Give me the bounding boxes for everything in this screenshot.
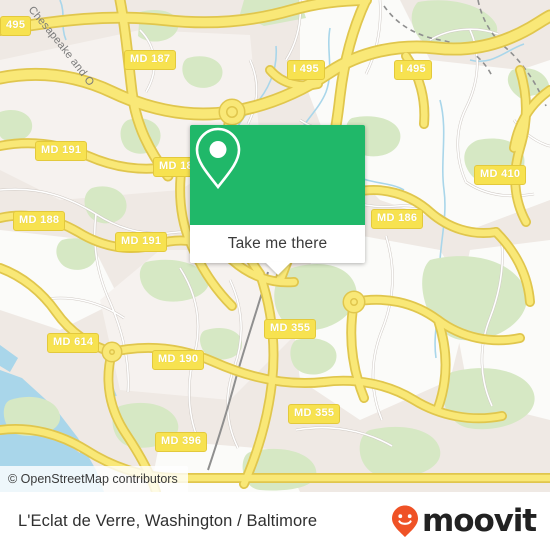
place-popup-card[interactable]: Take me there bbox=[190, 125, 365, 275]
road-shield: I 495 bbox=[287, 60, 325, 80]
road-shield: MD 410 bbox=[474, 165, 527, 185]
road-shield: MD 188 bbox=[13, 211, 66, 231]
moovit-logo[interactable]: moovit bbox=[390, 502, 537, 539]
road-shield: MD 396 bbox=[155, 432, 208, 452]
map-canvas[interactable]: Chesapeake and O 495 MD 187 I 495 I 495 MD 1… bbox=[0, 0, 550, 492]
road-shield: MD 186 bbox=[371, 209, 424, 229]
osm-attribution[interactable]: © OpenStreetMap contributors bbox=[0, 466, 188, 492]
road-shield: MD 355 bbox=[264, 319, 317, 339]
map-screenshot: Chesapeake and O 495 MD 187 I 495 I 495 MD 1… bbox=[0, 0, 550, 550]
road-shield: I 495 bbox=[394, 60, 432, 80]
take-me-there-label: Take me there bbox=[227, 235, 328, 252]
footer-bar: L'Eclat de Verre, Washington / Baltimore… bbox=[0, 492, 550, 550]
moovit-pin-icon bbox=[392, 505, 419, 537]
road-shield: 495 bbox=[0, 16, 32, 36]
moovit-wordmark: moovit bbox=[422, 502, 537, 539]
road-shield: MD 614 bbox=[47, 333, 100, 353]
popup-image-area bbox=[190, 125, 365, 225]
road-shield: MD 191 bbox=[35, 141, 88, 161]
road-shield: MD 190 bbox=[152, 350, 205, 370]
popup-pointer-tail bbox=[264, 262, 291, 275]
road-shield: MD 187 bbox=[124, 50, 177, 70]
road-shield: MD 355 bbox=[288, 404, 341, 424]
map-pin-icon bbox=[195, 127, 241, 190]
road-shield: MD 191 bbox=[115, 232, 168, 252]
take-me-there-button[interactable]: Take me there bbox=[190, 225, 365, 263]
place-title: L'Eclat de Verre, Washington / Baltimore bbox=[18, 511, 318, 530]
